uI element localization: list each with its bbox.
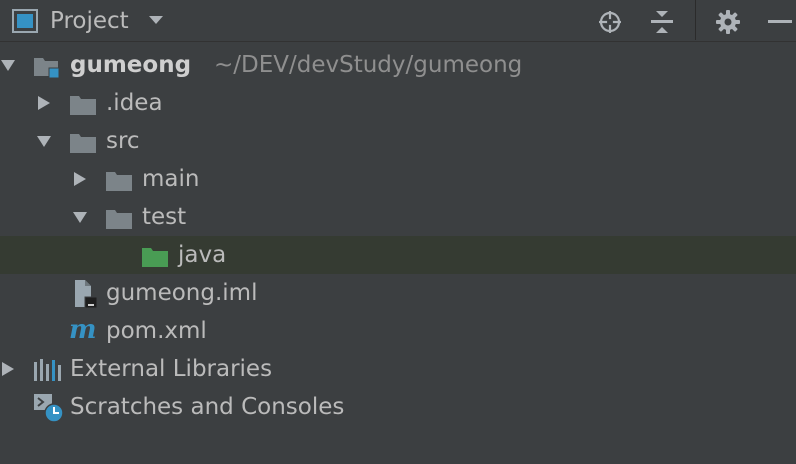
hide-icon[interactable] [766,8,794,36]
locate-icon[interactable] [596,8,624,36]
tree-item-label: gumeong.iml [106,280,258,306]
view-selector-title[interactable]: Project [50,6,129,36]
tree-item-scratches[interactable]: Scratches and Consoles [0,388,796,426]
tree-item-label: src [106,128,140,154]
tree-item-root[interactable]: gumeong ~/DEV/devStudy/gumeong [0,46,796,84]
tree-item-label: pom.xml [106,318,207,344]
collapsed-arrow-icon[interactable] [0,362,16,376]
tree-item-test[interactable]: test [0,198,796,236]
tree-item-external-libraries[interactable]: External Libraries [0,350,796,388]
test-source-folder-icon [142,248,168,267]
gear-icon[interactable] [714,8,742,36]
folder-icon [106,172,132,191]
tree-item-label: gumeong [70,52,192,78]
tree-item-label: Scratches and Consoles [70,394,345,420]
expanded-arrow-icon[interactable] [0,58,16,72]
dropdown-chevron-icon[interactable] [148,14,164,26]
tree-item-label: .idea [106,90,163,116]
iml-file-icon [75,280,98,309]
folder-icon [70,134,96,153]
libraries-icon [34,359,61,381]
expanded-arrow-icon[interactable] [36,134,52,148]
tree-item-src[interactable]: src [0,122,796,160]
project-tool-window-header: Project [0,0,796,42]
collapse-all-icon[interactable] [648,8,676,36]
tree-item-path: ~/DEV/devStudy/gumeong [214,52,523,78]
tree-item-label: test [142,204,187,230]
tree-item-idea[interactable]: .idea [0,84,796,122]
folder-icon [70,96,96,115]
tree-item-java[interactable]: java [0,236,796,274]
header-divider [695,0,696,40]
tree-item-main[interactable]: main [0,160,796,198]
tree-item-iml[interactable]: gumeong.iml [0,274,796,312]
collapsed-arrow-icon[interactable] [36,96,52,110]
module-folder-icon [34,58,60,78]
expanded-arrow-icon[interactable] [72,210,88,224]
project-window-icon [12,9,38,33]
folder-icon [106,210,132,229]
tree-item-label: main [142,166,200,192]
maven-icon: m [69,315,97,345]
scratches-icon [34,394,64,423]
collapsed-arrow-icon[interactable] [72,172,88,186]
tree-item-label: External Libraries [70,356,273,382]
tree-item-pom[interactable]: m pom.xml [0,312,796,350]
tree-item-label: java [178,242,227,268]
